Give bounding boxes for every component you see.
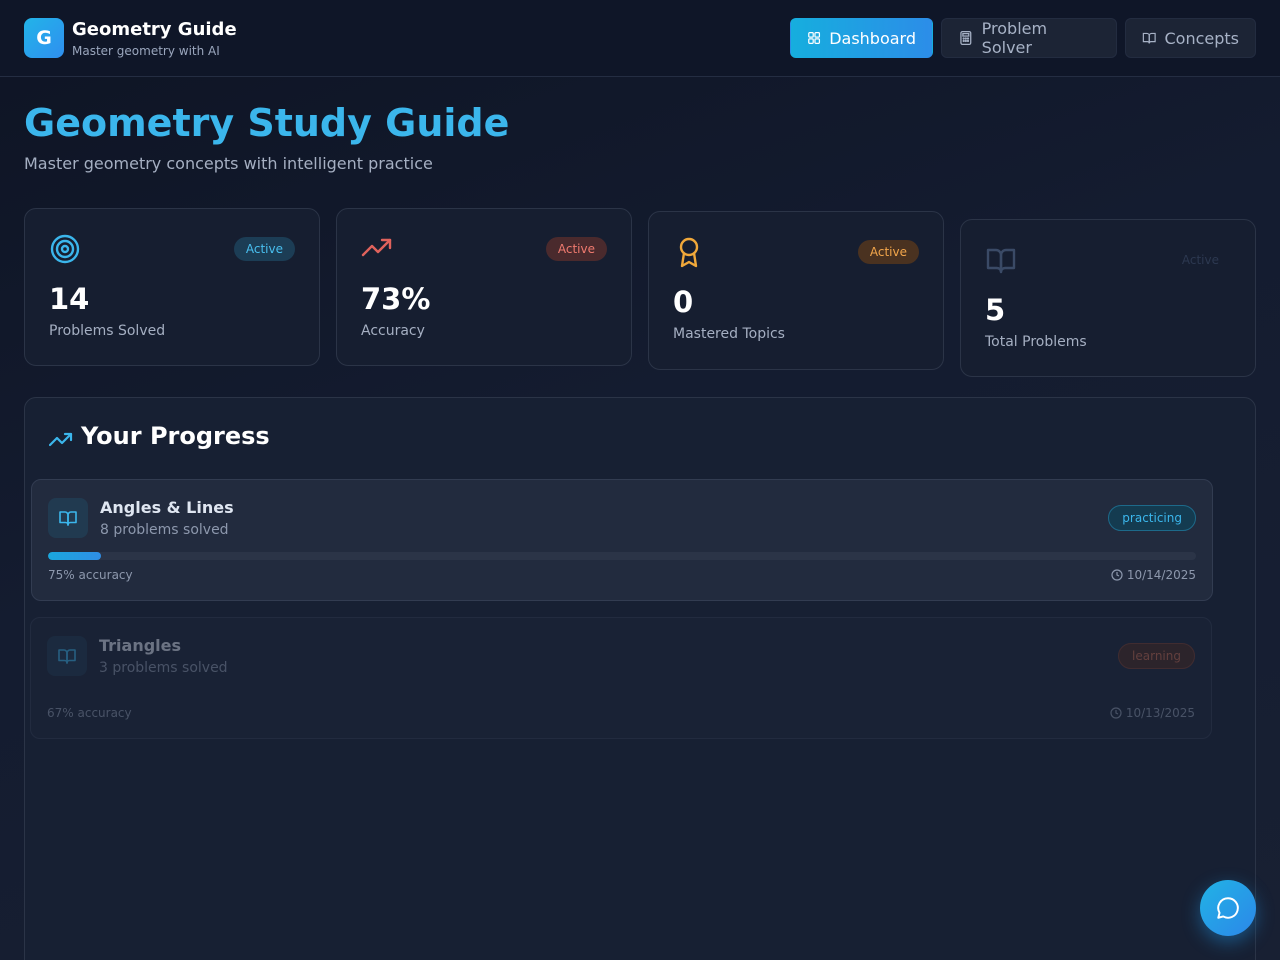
book-open-icon [58, 649, 76, 664]
stat-value: 5 [985, 293, 1006, 327]
stat-label: Mastered Topics [673, 326, 785, 342]
book-open-icon [1142, 32, 1156, 44]
topic-date: 10/13/2025 [1110, 706, 1195, 720]
status-badge: learning [1118, 643, 1195, 669]
chat-bubble-icon [1217, 897, 1239, 919]
stat-card-accuracy: Active 73% Accuracy [336, 208, 632, 366]
topic-date-text: 10/14/2025 [1126, 568, 1196, 582]
topic-accuracy: 67% accuracy [47, 706, 132, 720]
progress-bar [48, 552, 1196, 560]
book-open-icon [986, 248, 1016, 274]
topic-card-triangles[interactable]: Triangles 3 problems solved learning 67%… [30, 617, 1212, 739]
nav-dashboard-label: Dashboard [829, 28, 916, 48]
stat-value: 14 [49, 282, 90, 316]
award-icon [679, 237, 699, 268]
stat-card-mastered-topics: Active 0 Mastered Topics [648, 211, 944, 370]
nav-problem-solver-label: Problem Solver [981, 19, 1048, 57]
clock-icon [1111, 569, 1123, 581]
status-badge: Active [545, 237, 607, 261]
app-subtitle: Master geometry with AI [72, 44, 220, 58]
progress-bar-fill [48, 552, 101, 560]
topic-card-angles-lines[interactable]: Angles & Lines 8 problems solved practic… [31, 479, 1213, 601]
status-badge: Active [1181, 253, 1219, 267]
stat-label: Problems Solved [49, 323, 166, 339]
status-badge: Active [857, 240, 919, 264]
progress-title: Your Progress [81, 422, 270, 450]
book-open-icon [59, 511, 77, 526]
top-bar: G Geometry Guide Master geometry with AI… [0, 0, 1280, 77]
trending-up-icon [361, 238, 392, 257]
trending-up-icon [49, 432, 73, 447]
stat-value: 0 [673, 285, 694, 319]
chat-button[interactable] [1200, 880, 1256, 936]
nav-concepts-label: Concepts [1164, 28, 1239, 48]
page-subtitle: Master geometry concepts with intelligen… [24, 154, 433, 173]
page-title: Geometry Study Guide [24, 101, 510, 145]
app-logo[interactable]: G [24, 18, 64, 58]
progress-panel: Your Progress Angles & Lines 8 problems … [24, 397, 1256, 960]
stat-card-total-problems: Active 5 Total Problems [960, 219, 1256, 377]
stat-label: Accuracy [361, 323, 425, 339]
topic-name: Triangles [99, 636, 182, 655]
app-title: Geometry Guide [72, 19, 237, 40]
topic-date: 10/14/2025 [1111, 568, 1196, 582]
topic-accuracy: 75% accuracy [48, 568, 133, 582]
status-badge: practicing [1108, 505, 1196, 531]
nav-problem-solver-button[interactable]: Problem Solver [941, 18, 1117, 58]
calculator-icon [960, 30, 972, 46]
topic-count: 3 problems solved [99, 660, 228, 676]
topic-icon-box [47, 636, 87, 676]
topic-count: 8 problems solved [100, 522, 229, 538]
topic-icon-box [48, 498, 88, 538]
stat-card-problems-solved: Active 14 Problems Solved [24, 208, 320, 366]
nav-concepts-button[interactable]: Concepts [1125, 18, 1256, 58]
topic-name: Angles & Lines [100, 498, 234, 517]
stat-label: Total Problems [985, 334, 1087, 350]
stat-value: 73% [361, 282, 431, 316]
topic-date-text: 10/13/2025 [1125, 706, 1195, 720]
nav-dashboard-button[interactable]: Dashboard [790, 18, 933, 58]
clock-icon [1110, 707, 1122, 719]
target-icon [50, 234, 80, 264]
grid-icon [808, 32, 821, 44]
status-badge: Active [233, 237, 295, 261]
logo-letter: G [36, 27, 52, 49]
